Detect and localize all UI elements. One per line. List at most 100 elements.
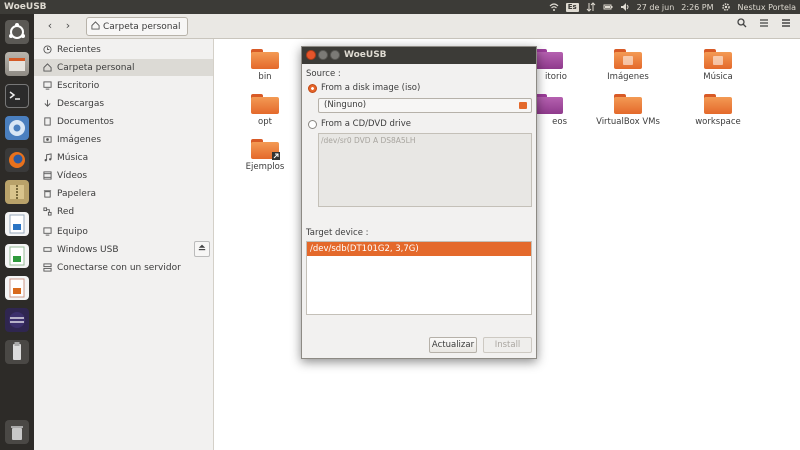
firefox-icon[interactable] xyxy=(3,146,31,174)
sidebar-item-videos[interactable]: Vídeos xyxy=(34,167,213,184)
clock-date[interactable]: 27 de jun xyxy=(637,3,675,12)
usb-drive-icon[interactable] xyxy=(3,338,31,366)
target-device-item[interactable]: /dev/sdb(DT101G2, 3,7G) xyxy=(307,242,531,256)
server-icon xyxy=(42,262,52,273)
folder-icon xyxy=(535,94,563,114)
file-item-virtualbox-vms[interactable]: VirtualBox VMs xyxy=(593,94,663,127)
files-icon[interactable] xyxy=(3,50,31,78)
back-button[interactable]: ‹ xyxy=(42,18,58,34)
file-manager-header: ‹ › Carpeta personal xyxy=(34,14,800,39)
cd-drive-list: /dev/sr0 DVD A DS8A5LH xyxy=(318,133,532,207)
sidebar-item-label: Escritorio xyxy=(57,80,100,91)
sidebar-item-descargas[interactable]: Descargas xyxy=(34,95,213,112)
menu-icon[interactable] xyxy=(778,18,794,34)
user-name[interactable]: Nestux Portela xyxy=(738,3,796,12)
iso-file-value: (Ninguno) xyxy=(324,100,367,110)
clock-icon xyxy=(42,44,52,55)
keyboard-layout-indicator[interactable]: Es xyxy=(565,2,579,12)
breadcrumb-label: Carpeta personal xyxy=(103,21,181,32)
transfer-icon[interactable] xyxy=(586,2,596,12)
file-item-ejemplos[interactable]: Ejemplos xyxy=(230,139,300,172)
file-item-workspace[interactable]: workspace xyxy=(683,94,753,127)
sidebar-item-label: Conectarse con un servidor xyxy=(57,262,181,273)
iso-option-label[interactable]: From a disk image (iso) xyxy=(321,83,420,93)
sidebar-item-label: Recientes xyxy=(57,44,101,55)
sidebar-item-documentos[interactable]: Documentos xyxy=(34,113,213,130)
forward-button[interactable]: › xyxy=(60,18,76,34)
file-label: Imágenes xyxy=(607,72,649,82)
target-device-list[interactable]: /dev/sdb(DT101G2, 3,7G) xyxy=(306,241,532,315)
file-item-musica[interactable]: Música xyxy=(683,49,753,82)
launcher xyxy=(0,14,34,450)
gear-icon[interactable] xyxy=(721,2,731,12)
dialog-titlebar[interactable]: WoeUSB xyxy=(302,47,536,64)
close-icon[interactable] xyxy=(306,50,316,60)
trash-icon[interactable] xyxy=(3,418,31,446)
wifi-icon[interactable] xyxy=(549,2,559,12)
music-icon xyxy=(42,152,52,163)
sidebar-item-label: Música xyxy=(57,152,89,163)
sidebar-item-musica[interactable]: Música xyxy=(34,149,213,166)
sidebar-item-label: Windows USB xyxy=(57,244,119,255)
eclipse-icon[interactable] xyxy=(3,306,31,334)
sidebar-item-windows-usb[interactable]: Windows USB xyxy=(34,241,213,258)
file-label: VirtualBox VMs xyxy=(596,117,660,127)
top-panel: WoeUSB Es 27 de jun 2:26 PM Nestux Porte… xyxy=(0,0,800,14)
libreoffice-calc-icon[interactable] xyxy=(3,242,31,270)
libreoffice-impress-icon[interactable] xyxy=(3,274,31,302)
video-icon xyxy=(42,170,52,181)
cd-option-label[interactable]: From a CD/DVD drive xyxy=(321,119,411,129)
file-item-imagenes[interactable]: Imágenes xyxy=(593,49,663,82)
folder-music-icon xyxy=(704,49,732,69)
terminal-icon[interactable] xyxy=(3,82,31,110)
trash-icon xyxy=(42,189,52,199)
sidebar-item-recientes[interactable]: Recientes xyxy=(34,41,213,58)
eject-button[interactable] xyxy=(194,241,210,257)
computer-icon xyxy=(42,226,52,237)
target-label: Target device : xyxy=(306,228,369,238)
volume-icon[interactable] xyxy=(620,2,630,12)
cd-radio[interactable] xyxy=(308,120,317,129)
folder-icon xyxy=(704,94,732,114)
sidebar-item-escritorio[interactable]: Escritorio xyxy=(34,77,213,94)
sidebar-item-label: Vídeos xyxy=(57,170,88,181)
file-label: workspace xyxy=(695,117,741,127)
minimize-icon[interactable] xyxy=(318,50,328,60)
maximize-icon[interactable] xyxy=(330,50,340,60)
libreoffice-writer-icon[interactable] xyxy=(3,210,31,238)
list-view-icon[interactable] xyxy=(756,18,772,34)
sidebar-item-conectarse-servidor[interactable]: Conectarse con un servidor xyxy=(34,259,213,276)
sidebar-item-imagenes[interactable]: Imágenes xyxy=(34,131,213,148)
iso-file-chooser[interactable]: (Ninguno) xyxy=(318,98,532,113)
chromium-icon[interactable] xyxy=(3,114,31,142)
breadcrumb[interactable]: Carpeta personal xyxy=(86,17,188,36)
folder-link-icon xyxy=(251,139,280,160)
search-icon[interactable] xyxy=(734,18,750,34)
cd-drive-item: /dev/sr0 DVD A DS8A5LH xyxy=(321,136,416,145)
drive-icon xyxy=(42,245,52,255)
clock-time[interactable]: 2:26 PM xyxy=(681,3,713,12)
home-icon xyxy=(42,62,52,73)
sidebar-item-label: Papelera xyxy=(57,188,97,199)
sidebar-item-label: Red xyxy=(57,206,75,217)
file-label: bin xyxy=(258,72,272,82)
file-item-bin[interactable]: bin xyxy=(230,49,300,82)
sidebar-item-label: Carpeta personal xyxy=(57,62,135,73)
sidebar-item-papelera[interactable]: Papelera xyxy=(34,185,213,202)
folder-icon xyxy=(519,102,527,109)
sidebar-item-carpeta-personal[interactable]: Carpeta personal xyxy=(34,59,213,76)
sidebar-item-label: Documentos xyxy=(57,116,114,127)
iso-radio[interactable] xyxy=(308,84,317,93)
battery-icon[interactable] xyxy=(603,2,613,12)
install-button[interactable]: Install xyxy=(483,337,532,353)
archive-manager-icon[interactable] xyxy=(3,178,31,206)
sidebar-item-equipo[interactable]: Equipo xyxy=(34,223,213,240)
ubuntu-dash-icon[interactable] xyxy=(3,18,31,46)
download-icon xyxy=(42,99,52,109)
file-item-opt[interactable]: opt xyxy=(230,94,300,127)
folder-icon xyxy=(535,49,563,69)
refresh-button[interactable]: Actualizar xyxy=(429,337,477,353)
file-label: Música xyxy=(703,72,733,82)
sidebar-item-red[interactable]: Red xyxy=(34,203,213,220)
network-icon xyxy=(42,206,52,217)
